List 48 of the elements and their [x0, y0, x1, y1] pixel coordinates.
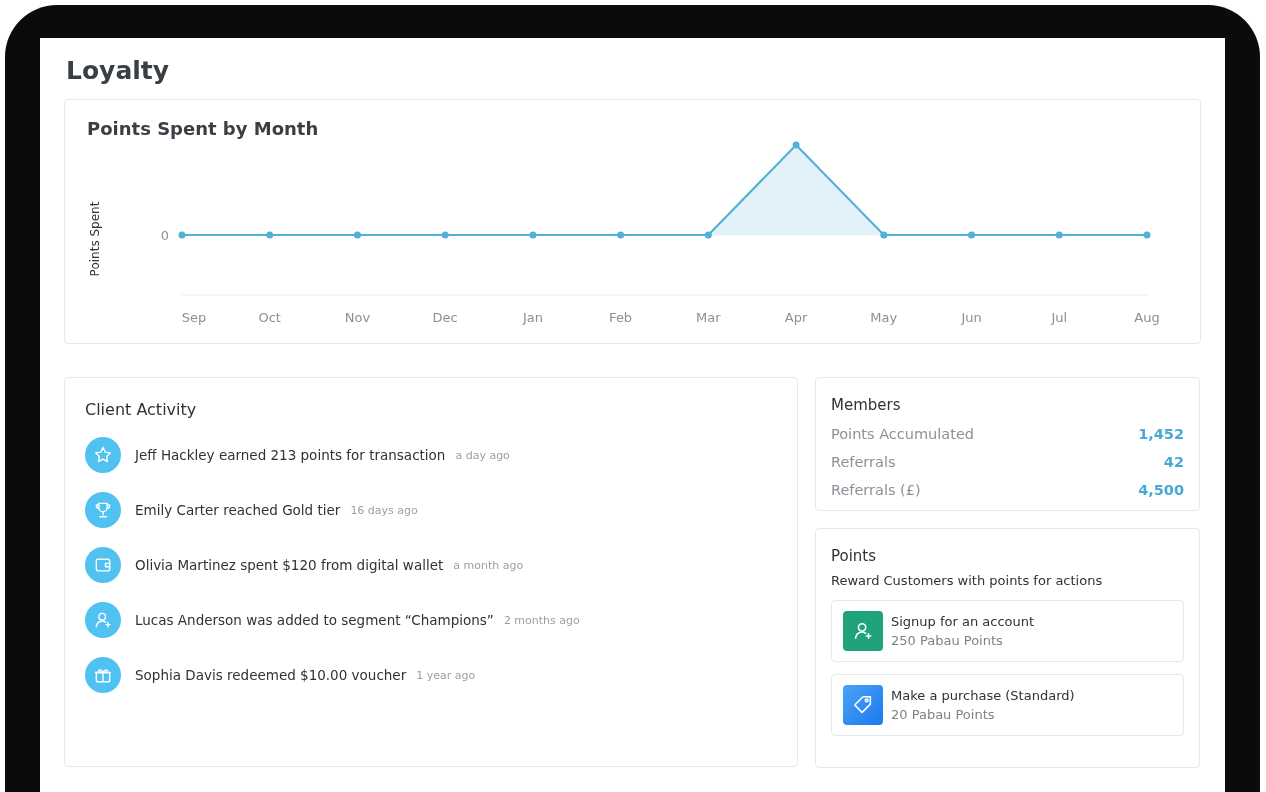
activity-text: Jeff Hackley earned 213 points for transaction: [135, 447, 446, 463]
timestamp: 16 days ago: [350, 503, 418, 517]
timestamp: a month ago: [453, 558, 524, 572]
month-label: Jul: [1051, 310, 1068, 325]
month-label: Sep: [181, 310, 207, 325]
month-label: May: [870, 310, 898, 325]
star-icon: [93, 445, 113, 465]
activity-text: Olivia Martinez spent $120 from digital wallet: [135, 557, 444, 573]
stat-value: 1,452: [1138, 426, 1184, 442]
stat-value: 42: [1163, 454, 1184, 470]
action-points: 250 Pabau Points: [891, 633, 1004, 648]
activity-text: Emily Carter reached Gold tier: [135, 502, 341, 518]
card-title: Client Activity: [85, 400, 198, 419]
month-label: Oct: [258, 310, 281, 325]
axis-label: Points Spent: [88, 201, 102, 277]
action-title: Make a purchase (Standard): [891, 688, 1075, 703]
page-title: Loyalty: [66, 56, 171, 85]
stat-label: Referrals: [831, 454, 896, 470]
user-plus-icon: [852, 620, 874, 642]
action-points: 20 Pabau Points: [891, 707, 996, 722]
user-plus-icon: [93, 610, 113, 630]
month-label: Jun: [961, 310, 982, 325]
stat-label: Points Accumulated: [831, 426, 974, 442]
card-title: Members: [831, 396, 902, 414]
tag-icon: [852, 694, 874, 716]
month-label: Jan: [522, 310, 543, 325]
timestamp: 2 months ago: [503, 613, 580, 627]
action-title: Signup for an account: [891, 614, 1035, 629]
axis-tick-label: 0: [160, 228, 169, 243]
stat-value: 4,500: [1138, 482, 1184, 498]
action-card[interactable]: Signup for an account 250 Pabau Points: [831, 600, 1184, 662]
wallet-icon: [93, 555, 113, 575]
trophy-icon: [93, 500, 113, 520]
card-title: Points: [831, 547, 878, 565]
timestamp: a day ago: [455, 448, 510, 462]
month-label: Aug: [1134, 310, 1160, 325]
month-label: Nov: [344, 310, 371, 325]
activity-text: Sophia Davis redeemed $10.00 voucher: [135, 667, 407, 683]
card-subtitle: Reward Customers with points for actions: [831, 573, 1104, 588]
month-label: Apr: [784, 310, 808, 325]
month-label: Mar: [696, 310, 721, 325]
timestamp: 1 year ago: [416, 668, 476, 682]
month-label: Feb: [609, 310, 633, 325]
chart-title: Points Spent by Month: [87, 118, 320, 139]
activity-text: Lucas Anderson was added to segment “Champions”: [135, 612, 494, 628]
month-label: Dec: [432, 310, 458, 325]
action-card[interactable]: Make a purchase (Standard) 20 Pabau Points: [831, 674, 1184, 736]
stat-label: Referrals (£): [831, 482, 921, 498]
